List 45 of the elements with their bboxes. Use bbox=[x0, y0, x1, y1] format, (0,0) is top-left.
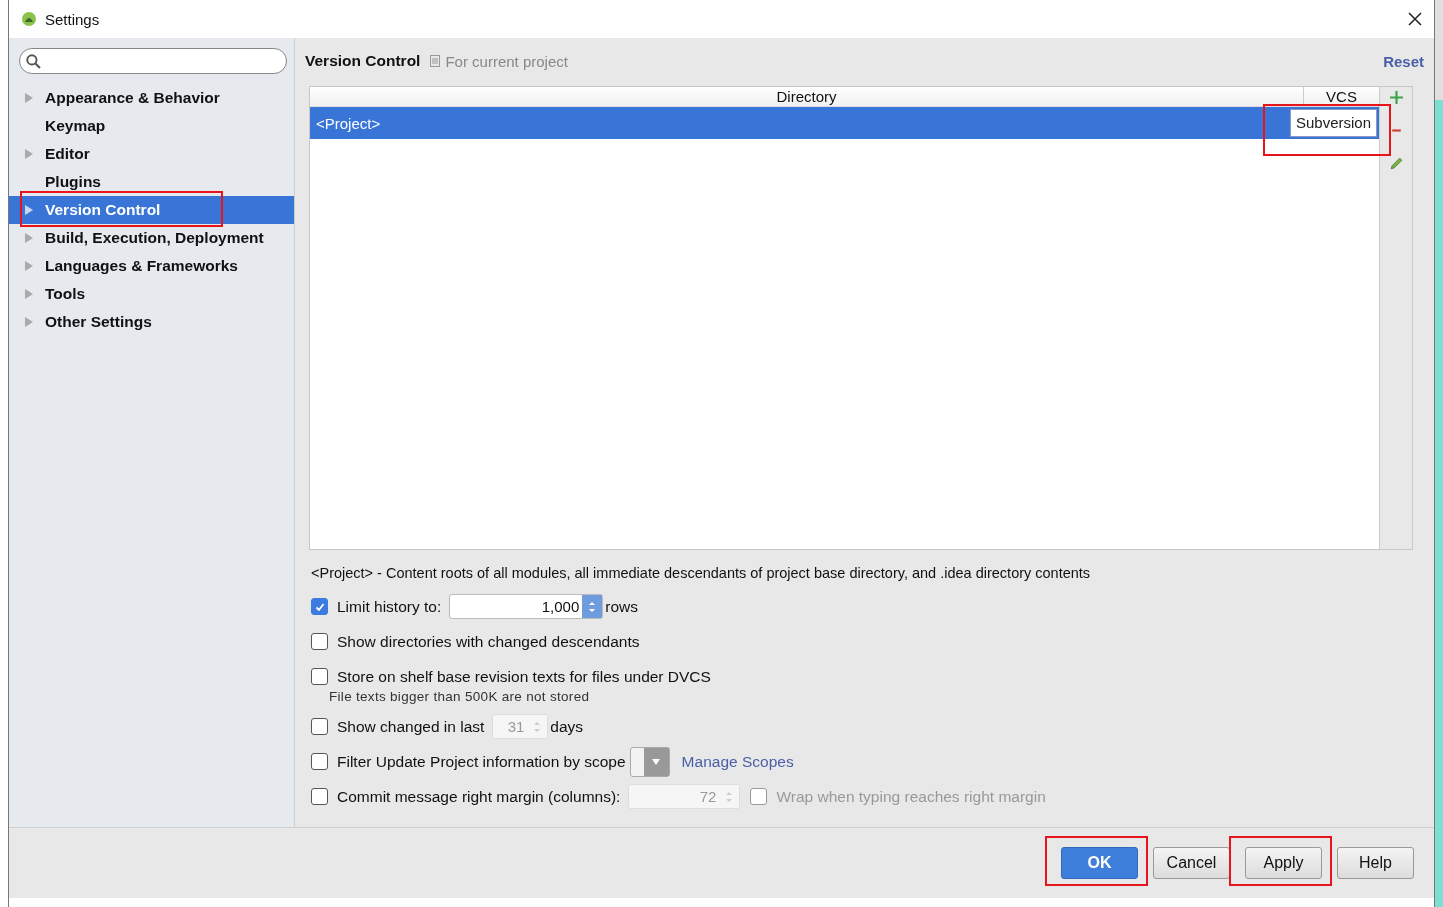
hint-text: File texts bigger than 500K are not stored bbox=[329, 689, 591, 704]
sidebar-item[interactable]: Plugins bbox=[9, 168, 294, 196]
sidebar-item[interactable]: Other Settings bbox=[9, 308, 294, 336]
dialog-button[interactable]: Cancel bbox=[1153, 847, 1230, 879]
unit-label: days bbox=[550, 717, 584, 736]
sidebar-item[interactable]: Appearance & Behavior bbox=[9, 84, 294, 112]
sidebar-item[interactable]: Build, Execution, Deployment bbox=[9, 224, 294, 252]
option-label[interactable]: Limit history to: bbox=[337, 597, 442, 616]
column-header[interactable]: Directory bbox=[310, 87, 1304, 106]
reset-link[interactable]: Reset bbox=[1383, 52, 1424, 70]
sidebar-item[interactable]: Keymap bbox=[9, 112, 294, 140]
table-cell-text: <Project> bbox=[315, 114, 381, 132]
pencil-icon[interactable] bbox=[1388, 156, 1404, 171]
dialog-button[interactable]: Help bbox=[1337, 847, 1414, 879]
sidebar-item[interactable]: Tools bbox=[9, 280, 294, 308]
number-spinner[interactable]: 1,000 bbox=[449, 594, 604, 619]
sidebar-item[interactable]: Editor bbox=[9, 140, 294, 168]
unit-label: rows bbox=[605, 597, 638, 616]
section-title: Version Control bbox=[305, 52, 421, 70]
sidebar-item[interactable]: Version Control bbox=[9, 196, 294, 224]
dialog-button[interactable]: Apply bbox=[1245, 847, 1322, 879]
document-icon bbox=[430, 55, 441, 67]
column-header[interactable]: VCS bbox=[1304, 87, 1379, 106]
manage-scopes-link[interactable]: Manage Scopes bbox=[681, 752, 794, 771]
note-text: <Project> - Content roots of all modules, all immediate descendants of project base directory, and .idea directory contents bbox=[311, 565, 1092, 581]
close-icon[interactable] bbox=[1408, 12, 1422, 26]
option-label[interactable]: Filter Update Project information by scope bbox=[337, 752, 626, 771]
scope-dropdown[interactable] bbox=[629, 746, 670, 777]
checkbox[interactable] bbox=[311, 633, 328, 650]
option-label[interactable]: Store on shelf base revision texts for files under DVCS bbox=[337, 667, 711, 686]
option-label[interactable]: Show directories with changed descendants bbox=[337, 632, 640, 651]
sidebar-item[interactable]: Languages & Frameworks bbox=[9, 252, 294, 280]
checkbox[interactable] bbox=[311, 753, 328, 770]
window-title: Settings bbox=[45, 10, 100, 28]
plus-icon[interactable] bbox=[1388, 90, 1404, 105]
search-icon bbox=[26, 53, 41, 69]
dialog-button[interactable]: OK bbox=[1061, 847, 1138, 879]
android-logo-icon bbox=[21, 11, 37, 27]
checkbox[interactable] bbox=[311, 598, 328, 615]
search-field[interactable] bbox=[19, 48, 287, 74]
checkbox[interactable] bbox=[311, 668, 328, 685]
caret-icon bbox=[651, 757, 662, 766]
scope-label: For current project bbox=[445, 52, 568, 70]
vcs-dropdown[interactable]: Subversion bbox=[1289, 109, 1377, 137]
spinner-arrows-icon[interactable] bbox=[588, 599, 597, 614]
